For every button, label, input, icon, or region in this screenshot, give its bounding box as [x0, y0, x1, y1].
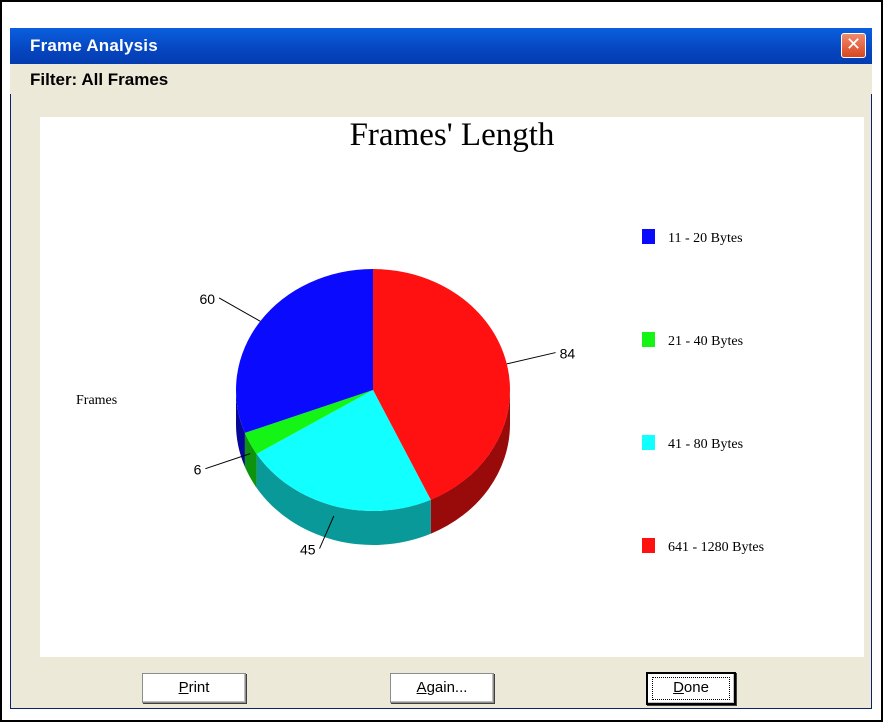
legend-swatch — [642, 332, 655, 347]
done-button[interactable]: Done — [646, 672, 736, 705]
again-button[interactable]: Again... — [390, 673, 494, 703]
leader-line — [218, 297, 261, 322]
filter-bar: Filter: All Frames — [10, 64, 872, 94]
legend-swatch — [642, 435, 655, 450]
data-label: 45 — [300, 542, 316, 558]
close-button[interactable]: ✕ — [841, 33, 866, 58]
legend-swatch — [642, 538, 655, 553]
print-mnemonic: P — [178, 679, 189, 696]
pie-chart: Frames 84 45 6 60 11 - 20 Bytes 21 - 40 Bytes… — [76, 229, 764, 558]
again-label: gain... — [426, 679, 468, 696]
print-label: rint — [188, 679, 210, 696]
legend-label: 41 - 80 Bytes — [668, 437, 743, 452]
data-label: 60 — [200, 291, 216, 307]
legend-swatch — [642, 229, 655, 244]
window-title: Frame Analysis — [30, 36, 158, 55]
print-button[interactable]: Print — [142, 673, 246, 703]
legend-label: 21 - 40 Bytes — [668, 334, 743, 349]
filter-label: Filter: All Frames — [30, 70, 169, 89]
y-axis-label: Frames — [76, 393, 117, 408]
close-icon: ✕ — [845, 34, 862, 55]
data-label: 84 — [560, 346, 576, 362]
pie-top-group — [236, 269, 510, 511]
data-label: 6 — [194, 462, 202, 478]
title-bar[interactable]: Frame Analysis ✕ — [10, 28, 872, 64]
focus-rectangle — [652, 677, 730, 700]
legend-label: 641 - 1280 Bytes — [668, 540, 764, 555]
chart-panel: Frames' Length Frames 84 45 6 60 11 - 20 Byt… — [40, 117, 864, 657]
leader-line — [506, 352, 556, 365]
again-mnemonic: A — [416, 679, 427, 696]
legend-label: 11 - 20 Bytes — [668, 231, 743, 246]
